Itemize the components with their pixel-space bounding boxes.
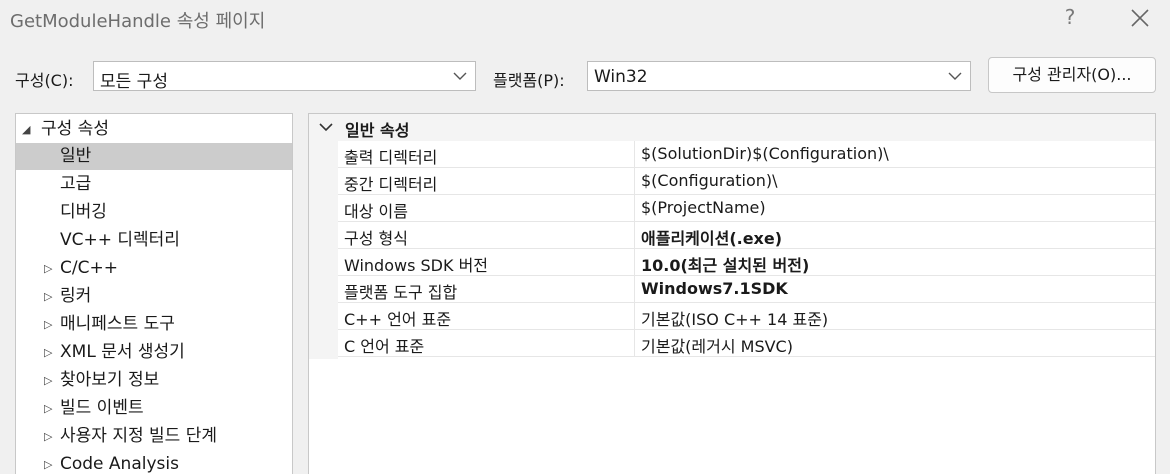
tree-item-c-cpp[interactable]: ▷ C/C++ [16,255,292,282]
collapsed-triangle-icon[interactable]: ▷ [44,367,52,394]
tree-item-general[interactable]: 일반 [16,143,292,170]
grid-gutter [309,141,338,359]
config-combobox[interactable]: 모든 구성 [93,61,476,92]
tree-item-label: XML 문서 생성기 [60,342,185,362]
property-value[interactable]: 10.0(최근 설치된 버전) [641,252,809,276]
property-value[interactable]: 기본값(ISO C++ 14 표준) [641,306,828,330]
property-value[interactable]: 애플리케이션(.exe) [641,225,782,249]
column-divider [634,168,635,195]
tree-item-custom-build-step[interactable]: ▷ 사용자 지정 빌드 단계 [16,423,292,450]
property-value[interactable]: $(ProjectName) [641,198,766,217]
property-name: C++ 언어 표준 [344,310,452,329]
property-row[interactable]: 출력 디렉터리 $(SolutionDir)$(Configuration)\ [338,141,1155,168]
expanded-triangle-icon[interactable]: ◢ [22,116,30,143]
tree-item-label: C/C++ [60,258,118,278]
property-name: 구성 형식 [344,229,408,248]
column-divider [634,303,635,330]
configuration-manager-button[interactable]: 구성 관리자(O)... [988,57,1156,93]
property-value[interactable]: $(SolutionDir)$(Configuration)\ [641,144,889,163]
tree-item-browse-info[interactable]: ▷ 찾아보기 정보 [16,367,292,394]
property-name: C 언어 표준 [344,337,425,356]
tree-item-label: 고급 [60,174,92,194]
tree-item-label: 디버깅 [60,202,107,222]
tree-item-advanced[interactable]: 고급 [16,171,292,198]
column-divider [634,195,635,222]
collapsed-triangle-icon[interactable]: ▷ [44,255,52,282]
tree-item-xml-doc-generator[interactable]: ▷ XML 문서 생성기 [16,339,292,366]
property-row[interactable]: 중간 디렉터리 $(Configuration)\ [338,168,1155,195]
collapsed-triangle-icon[interactable]: ▷ [44,395,52,422]
title-bar: GetModuleHandle 속성 페이지 ? [0,0,1170,38]
section-header[interactable]: 일반 속성 [309,114,1155,141]
tree-item-label: 구성 속성 [41,119,109,139]
tree-item-label: Code Analysis [60,454,179,474]
property-row[interactable]: Windows SDK 버전 10.0(최근 설치된 버전) [338,249,1155,276]
property-name: 대상 이름 [344,202,408,221]
property-grid: 일반 속성 출력 디렉터리 $(SolutionDir)$(Configurat… [308,113,1156,474]
property-value[interactable]: 기본값(레거시 MSVC) [641,333,793,357]
tree-item-root[interactable]: ◢ 구성 속성 [16,116,292,143]
tree-item-label: 일반 [60,146,92,166]
property-name: 출력 디렉터리 [344,148,438,167]
config-value: 모든 구성 [100,72,168,92]
collapsed-triangle-icon[interactable]: ▷ [44,311,52,338]
column-divider [634,141,635,168]
tree-item-debugging[interactable]: 디버깅 [16,199,292,226]
tree-item-label: 빌드 이벤트 [60,398,144,418]
column-divider [634,249,635,276]
platform-combobox[interactable]: Win32 [587,61,971,91]
window-title: GetModuleHandle 속성 페이지 [10,11,266,32]
tree-item-manifest-tool[interactable]: ▷ 매니페스트 도구 [16,311,292,338]
property-row[interactable]: C++ 언어 표준 기본값(ISO C++ 14 표준) [338,303,1155,330]
tree-item-label: VC++ 디렉터리 [60,230,180,250]
section-title: 일반 속성 [345,121,410,140]
property-row[interactable]: 플랫폼 도구 집합 Windows7.1SDK [338,276,1155,303]
tree-item-linker[interactable]: ▷ 링커 [16,283,292,310]
close-icon [1131,9,1149,27]
column-divider [634,276,635,303]
close-button[interactable] [1126,5,1154,31]
property-row[interactable]: 대상 이름 $(ProjectName) [338,195,1155,222]
property-row[interactable]: 구성 형식 애플리케이션(.exe) [338,222,1155,249]
chevron-down-icon [948,72,962,80]
property-name: Windows SDK 버전 [344,256,489,275]
tree-item-code-analysis[interactable]: ▷ Code Analysis [16,451,292,474]
tree-item-vc-directories[interactable]: VC++ 디렉터리 [16,227,292,254]
column-divider [634,330,635,357]
tree-item-label: 링커 [60,286,92,306]
property-name: 플랫폼 도구 집합 [344,283,458,302]
platform-label: 플랫폼(P): [493,71,565,90]
collapsed-triangle-icon[interactable]: ▷ [44,283,52,310]
chevron-down-icon [453,72,467,80]
collapsed-triangle-icon[interactable]: ▷ [44,339,52,366]
platform-value: Win32 [594,67,648,87]
property-tree: ◢ 구성 속성 일반 고급 디버깅 VC++ 디렉터리 ▷ C/C++ ▷ 링커… [15,113,293,474]
config-label: 구성(C): [15,71,74,90]
tree-item-label: 찾아보기 정보 [60,370,160,390]
collapsed-triangle-icon[interactable]: ▷ [44,451,52,474]
collapsed-triangle-icon[interactable]: ▷ [44,423,52,450]
tree-item-build-events[interactable]: ▷ 빌드 이벤트 [16,395,292,422]
property-name: 중간 디렉터리 [344,175,438,194]
tree-item-label: 사용자 지정 빌드 단계 [60,426,217,446]
property-row[interactable]: C 언어 표준 기본값(레거시 MSVC) [338,330,1155,357]
column-divider [634,222,635,249]
help-button[interactable]: ? [1058,5,1082,31]
property-value[interactable]: $(Configuration)\ [641,171,778,190]
chevron-down-icon [319,123,333,132]
property-value[interactable]: Windows7.1SDK [641,279,788,298]
tree-item-label: 매니페스트 도구 [60,314,175,334]
